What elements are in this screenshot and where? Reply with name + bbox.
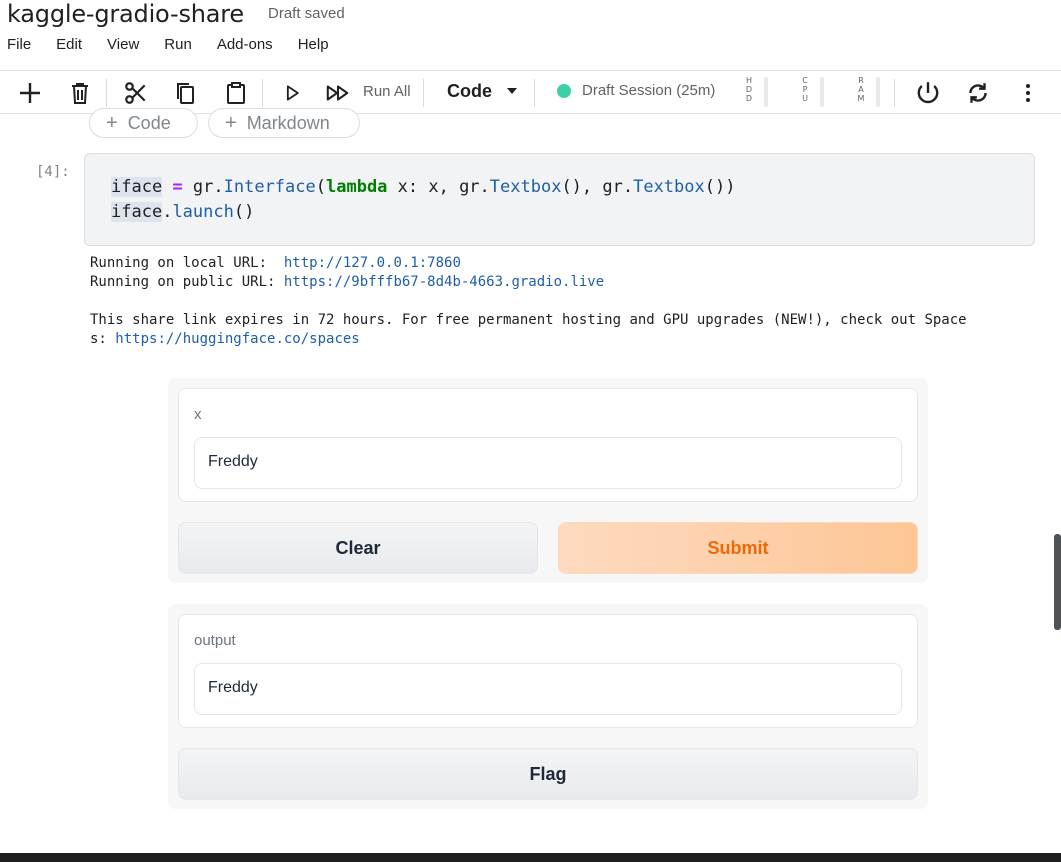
toolbar-divider [534, 79, 535, 107]
output-text: s: [90, 331, 116, 347]
add-cell-button[interactable] [14, 77, 46, 109]
code-token: Interface [223, 177, 316, 197]
plus-icon: + [225, 111, 237, 134]
add-code-cell-button[interactable]: + Code [89, 108, 198, 138]
input-textbox[interactable]: Freddy [194, 437, 902, 489]
output-public-url-line: Running on public URL: https://9bfffb67-… [90, 274, 604, 290]
notebook-title[interactable]: kaggle-gradio-share [7, 0, 244, 28]
play-icon [286, 85, 299, 101]
input-label: x [194, 406, 202, 423]
local-url-link[interactable]: http://127.0.0.1:7860 [284, 255, 461, 271]
paste-cell-button[interactable] [220, 77, 252, 109]
chevron-down-icon [507, 88, 517, 94]
menu-add-ons[interactable]: Add-ons [217, 36, 273, 58]
bottom-status-bar [0, 853, 1061, 862]
plus-icon: + [106, 111, 118, 134]
code-token: (), gr. [561, 177, 634, 197]
power-icon [917, 82, 939, 104]
restart-button[interactable] [962, 77, 994, 109]
output-text: Running on local URL: [90, 255, 284, 271]
cpu-label: C P U [802, 76, 808, 103]
hdd-usage-bar [764, 77, 768, 107]
menu-bar: File Edit View Run Add-ons Help [0, 36, 347, 58]
toolbar-divider [894, 79, 895, 107]
code-token: = [162, 177, 193, 197]
cut-cell-button[interactable] [120, 77, 152, 109]
hdd-label: H D D [745, 76, 753, 103]
clipboard-icon [227, 82, 245, 104]
code-cell-editor[interactable]: iface = gr.Interface(lambda x: x, gr.Tex… [84, 153, 1035, 246]
cpu-usage-bar [820, 77, 824, 107]
output-label: output [194, 632, 236, 649]
fast-forward-icon [326, 85, 349, 101]
more-options-button[interactable] [1012, 77, 1044, 109]
power-button[interactable] [912, 77, 944, 109]
menu-file[interactable]: File [7, 36, 31, 58]
copy-cell-button[interactable] [170, 77, 202, 109]
output-text: Running on public URL: [90, 274, 284, 290]
plus-icon [20, 83, 40, 103]
spaces-url-link[interactable]: https://huggingface.co/spaces [115, 331, 359, 347]
trash-icon [72, 83, 88, 104]
refresh-icon [969, 83, 987, 103]
run-cell-button[interactable] [276, 77, 308, 109]
copy-icon [177, 83, 194, 104]
code-token: launch [172, 202, 234, 222]
ram-usage-bar [876, 77, 880, 107]
toolbar-divider [262, 79, 263, 107]
code-token: Textbox [489, 177, 562, 197]
add-code-label: Code [127, 112, 171, 133]
toolbar-divider [106, 79, 107, 107]
code-line-1: iface = gr.Interface(lambda x: x, gr.Tex… [111, 177, 735, 197]
output-local-url-line: Running on local URL: http://127.0.0.1:7… [90, 255, 461, 271]
title-bar: kaggle-gradio-share Draft saved [0, 0, 1061, 30]
clear-button[interactable]: Clear [178, 522, 538, 574]
add-markdown-cell-button[interactable]: + Markdown [208, 108, 360, 138]
output-spaces-line: s: https://huggingface.co/spaces [90, 331, 360, 347]
run-all-button[interactable]: Run All [363, 83, 411, 100]
flag-button[interactable]: Flag [178, 748, 918, 800]
add-markdown-label: Markdown [246, 112, 330, 133]
code-line-2: iface.launch() [111, 202, 254, 222]
scissors-icon [125, 82, 146, 104]
code-token: iface [111, 177, 163, 197]
code-token: Textbox [633, 177, 705, 197]
code-token: gr. [192, 177, 224, 197]
vertical-scrollbar[interactable] [1054, 534, 1061, 630]
output-textbox[interactable]: Freddy [194, 663, 902, 715]
delete-cell-button[interactable] [64, 77, 96, 109]
menu-run[interactable]: Run [164, 36, 192, 58]
output-share-note: This share link expires in 72 hours. For… [90, 312, 967, 328]
code-token: iface [111, 202, 163, 222]
code-token: x: x, gr. [387, 177, 490, 197]
menu-view[interactable]: View [107, 36, 139, 58]
ram-label: R A M [857, 76, 865, 103]
toolbar-divider [423, 79, 424, 107]
code-token: () [233, 202, 255, 222]
code-token: ( [315, 177, 326, 197]
more-vert-icon [1026, 84, 1030, 102]
run-all-icon-button[interactable] [322, 77, 354, 109]
session-label[interactable]: Draft Session (25m) [582, 82, 715, 99]
menu-help[interactable]: Help [298, 36, 329, 58]
public-url-link[interactable]: https://9bfffb67-8d4b-4663.gradio.live [284, 274, 604, 290]
save-status: Draft saved [268, 5, 345, 22]
session-status-dot [557, 84, 571, 98]
cell-type-select[interactable]: Code [447, 81, 492, 102]
execution-count: [4]: [36, 164, 70, 180]
code-token: . [162, 202, 173, 222]
submit-button[interactable]: Submit [558, 522, 918, 574]
code-token: ()) [704, 177, 736, 197]
code-token: lambda [326, 177, 388, 197]
menu-edit[interactable]: Edit [56, 36, 82, 58]
